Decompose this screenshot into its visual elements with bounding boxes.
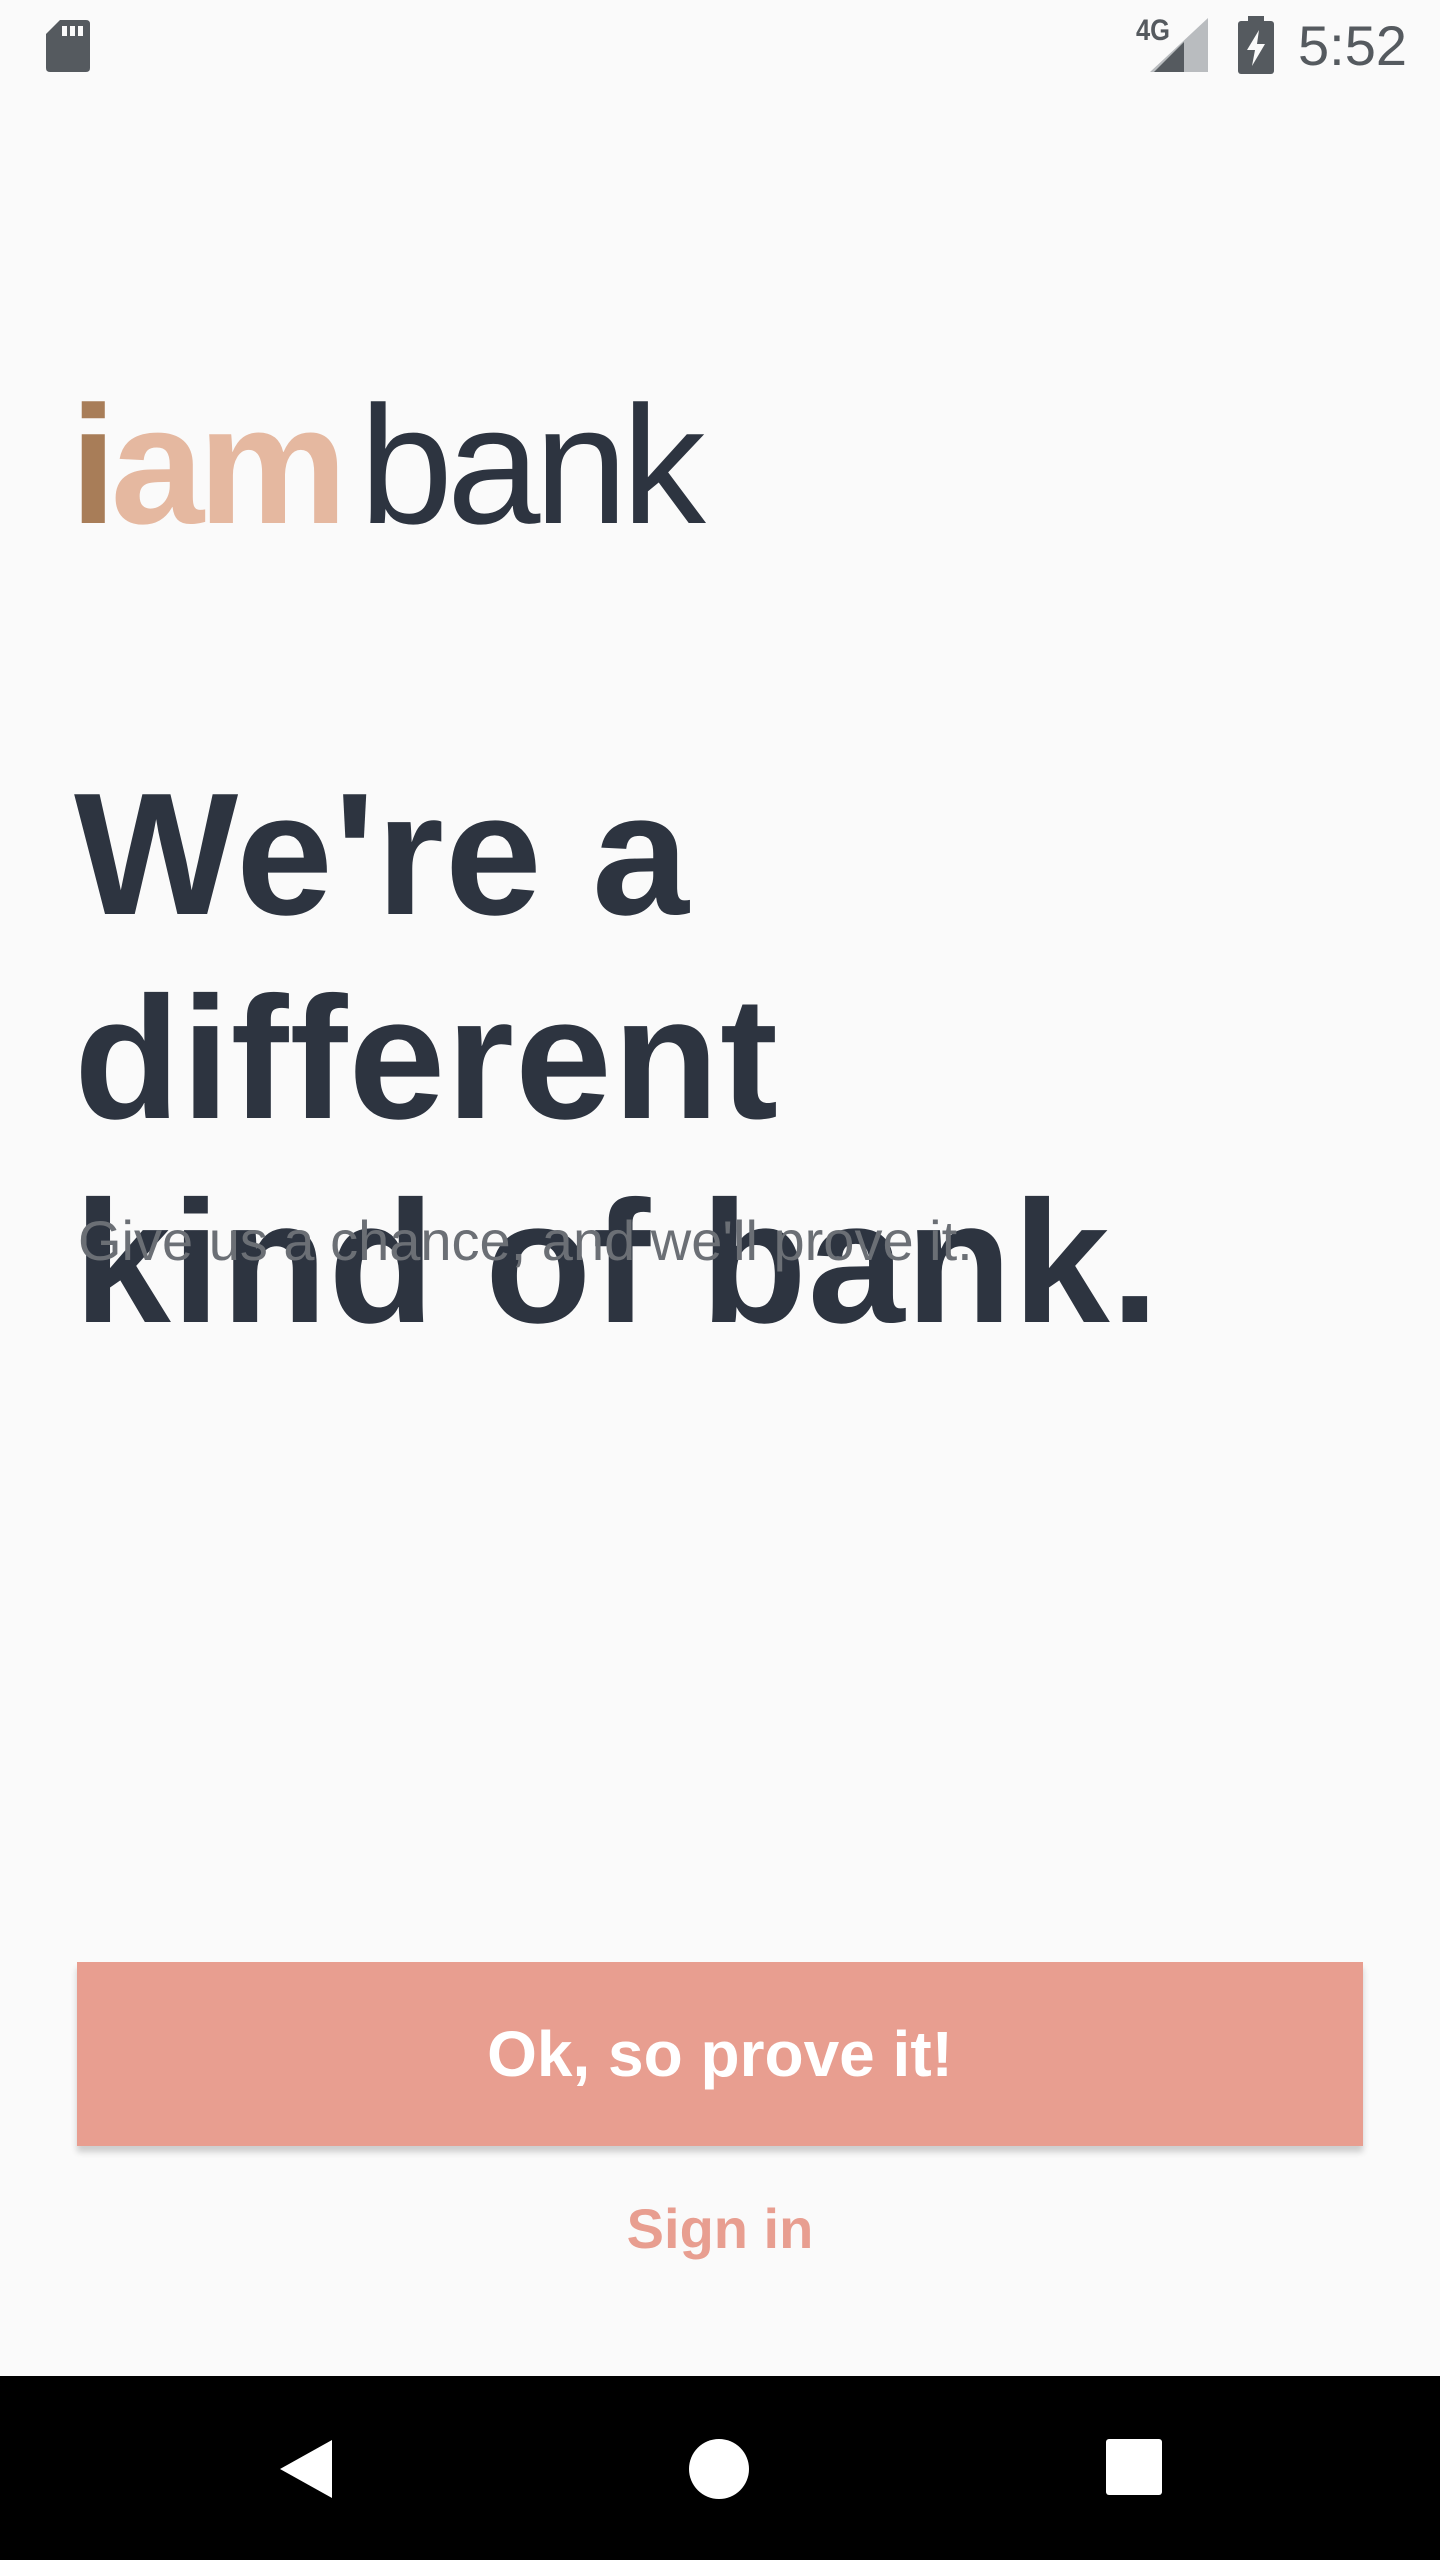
status-clock: 5:52 bbox=[1298, 14, 1407, 77]
battery-charging-icon bbox=[1238, 16, 1274, 74]
headline-line-1: We're a different bbox=[74, 756, 779, 1155]
logo-letters-am: am bbox=[110, 371, 348, 559]
onboarding-screen: 4G 5:52 i am bank We're a different kind… bbox=[0, 0, 1440, 2560]
status-bar: 4G 5:52 bbox=[0, 0, 1440, 96]
logo-word-bank: bank bbox=[359, 371, 706, 559]
system-nav-bar bbox=[0, 2376, 1440, 2560]
brand-logo: i am bank bbox=[70, 371, 706, 559]
prove-it-button[interactable]: Ok, so prove it! bbox=[77, 1962, 1363, 2146]
back-icon[interactable] bbox=[276, 2438, 336, 2500]
sign-in-button[interactable]: Sign in bbox=[520, 2184, 920, 2272]
hero-tagline: Give us a chance, and we'll prove it. bbox=[78, 1209, 973, 1272]
sd-card-icon bbox=[46, 20, 90, 72]
recents-icon[interactable] bbox=[1106, 2439, 1162, 2495]
logo-letter-i: i bbox=[70, 371, 117, 559]
signal-icon bbox=[1150, 18, 1208, 72]
home-icon[interactable] bbox=[688, 2438, 750, 2500]
